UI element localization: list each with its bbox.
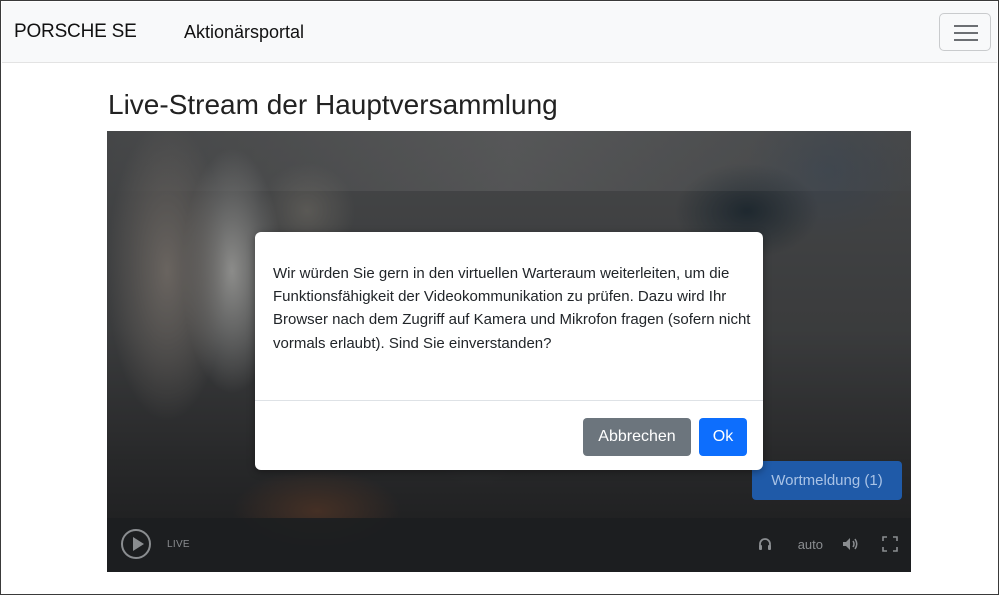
cancel-button[interactable]: Abbrechen <box>583 418 691 456</box>
brand-logo[interactable]: PORSCHE SE <box>14 21 137 43</box>
portal-title[interactable]: Aktionärsportal <box>184 22 304 43</box>
headphones-icon[interactable] <box>758 537 772 551</box>
ok-button[interactable]: Ok <box>699 418 747 456</box>
quality-selector[interactable]: auto <box>798 537 823 552</box>
browser-frame: PORSCHE SE Aktionärsportal Live-Stream d… <box>0 0 999 595</box>
dialog-message: Wir würden Sie gern in den virtuellen Wa… <box>273 265 751 352</box>
consent-dialog: Wir würden Sie gern in den virtuellen Wa… <box>255 232 763 470</box>
menu-toggle-button[interactable] <box>939 13 991 51</box>
hamburger-icon-line <box>954 32 978 34</box>
dialog-footer: Abbrechen Ok <box>255 400 763 471</box>
volume-icon[interactable] <box>842 537 860 551</box>
fullscreen-icon[interactable] <box>882 536 898 552</box>
play-icon[interactable] <box>121 529 151 559</box>
hamburger-icon <box>954 25 978 27</box>
video-controls-bar: LIVE auto <box>107 518 911 572</box>
live-indicator: LIVE <box>167 539 190 550</box>
hamburger-icon-line <box>954 39 978 41</box>
navbar: PORSCHE SE Aktionärsportal <box>2 2 997 63</box>
wortmeldung-button[interactable]: Wortmeldung (1) <box>752 461 902 500</box>
page-title: Live-Stream der Hauptversammlung <box>108 89 558 120</box>
